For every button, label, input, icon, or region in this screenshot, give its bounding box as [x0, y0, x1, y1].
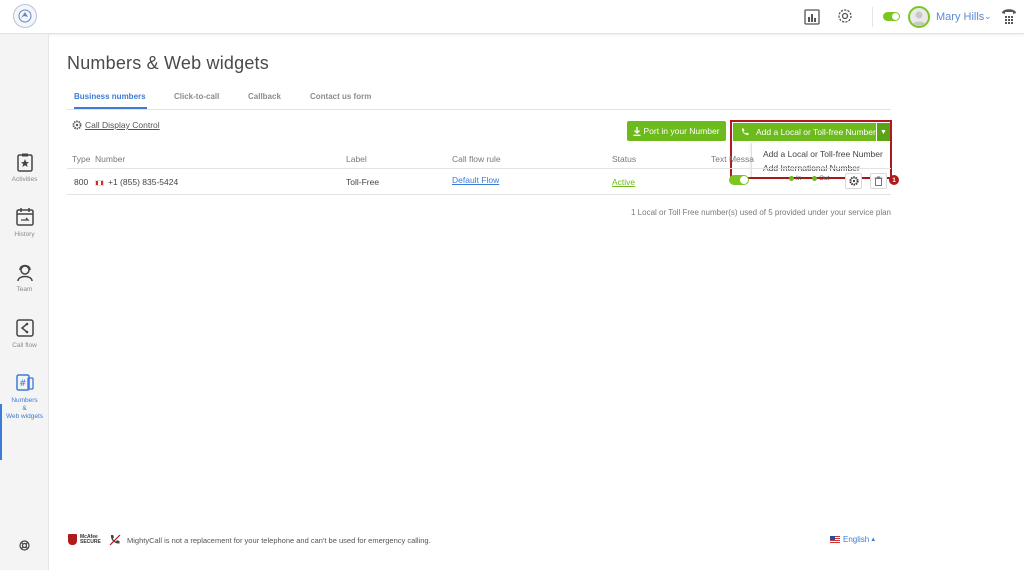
inbound-status: In: [789, 175, 801, 182]
trash-icon: [874, 176, 883, 186]
chevron-down-icon[interactable]: ⌄: [984, 11, 992, 22]
call-display-control-label: Call Display Control: [85, 120, 160, 130]
call-flow-rule-link[interactable]: Default Flow: [452, 175, 499, 185]
language-selector[interactable]: English ▲: [830, 535, 876, 544]
page-title: Numbers & Web widgets: [67, 53, 269, 73]
sidebar-item-label: History: [14, 231, 35, 238]
star-clipboard-icon: [16, 153, 33, 172]
column-header-text-messaging: Text Messa: [711, 154, 754, 164]
sidebar-item-label-line2: &: [22, 405, 27, 412]
row-settings-button[interactable]: [845, 173, 862, 189]
user-silhouette-icon: [912, 11, 926, 26]
sidebar-item-label-line1: Numbers: [11, 397, 38, 404]
tab-contact-us-form[interactable]: Contact us form: [310, 92, 371, 101]
sidebar-item-label: Team: [16, 286, 33, 293]
sidebar-item-label: Activities: [11, 176, 38, 183]
sidebar-item-numbers-web-widgets[interactable]: # Numbers & Web widgets: [0, 373, 49, 421]
top-bar: Mary Hills ⌄: [0, 0, 1024, 34]
tab-callback[interactable]: Callback: [248, 92, 281, 101]
sidebar-item-activities[interactable]: Activities: [0, 152, 49, 184]
sidebar-item-history[interactable]: History: [0, 207, 49, 239]
sidebar-item-label: Call flow: [12, 342, 37, 349]
language-label: English: [843, 535, 870, 544]
sidebar-item-label-line3: Web widgets: [5, 413, 44, 420]
header-divider: [872, 7, 873, 27]
call-display-control-link[interactable]: Call Display Control: [72, 120, 160, 130]
shield-icon: [68, 534, 77, 545]
port-in-number-button[interactable]: Port in your Number: [627, 121, 726, 141]
mcafee-secure-badge[interactable]: McAfee SECURE: [68, 534, 101, 545]
column-header-label: Label: [346, 154, 367, 164]
outbound-status: Out: [812, 175, 829, 182]
us-flag-icon: [830, 536, 840, 543]
tab-click-to-call[interactable]: Click-to-call: [174, 92, 219, 101]
sidebar: Activities History Team Call flow # Numb…: [0, 34, 49, 570]
inbound-status-dot: [789, 176, 794, 181]
phone-number: +1 (855) 835-5424: [108, 177, 179, 187]
add-dropdown-toggle[interactable]: ▼: [877, 123, 890, 141]
gear-icon: [848, 176, 859, 186]
table-header-divider: [67, 168, 891, 169]
dropdown-item-add-local[interactable]: Add a Local or Toll-free Number: [763, 149, 883, 159]
tab-bar: Business numbers Click-to-call Callback …: [67, 90, 891, 110]
cell-number: +1 (855) 835-5424: [95, 177, 178, 187]
usage-note: 1 Local or Toll Free number(s) used of 5…: [631, 208, 891, 217]
logo-icon: [18, 9, 32, 23]
active-tab-underline: [74, 107, 147, 109]
user-name[interactable]: Mary Hills: [936, 11, 984, 23]
column-header-status: Status: [612, 154, 637, 164]
cell-type: 800: [74, 177, 89, 187]
hash-phone-icon: #: [15, 374, 34, 391]
add-local-toll-free-button[interactable]: Add a Local or Toll-free Number: [733, 123, 876, 141]
text-messaging-toggle[interactable]: [729, 175, 749, 185]
table-row-divider: [67, 194, 891, 195]
tab-business-numbers[interactable]: Business numbers: [74, 92, 146, 101]
caret-up-icon: ▲: [870, 536, 877, 543]
outbound-status-dot: [812, 176, 817, 181]
column-header-number: Number: [95, 154, 126, 164]
inbound-label: In: [796, 175, 802, 182]
cell-label: Toll-Free: [346, 177, 380, 187]
mightycall-logo[interactable]: [13, 4, 37, 28]
availability-toggle[interactable]: [883, 12, 900, 21]
outbound-label: Out: [819, 175, 830, 182]
sidebar-item-team[interactable]: Team: [0, 262, 49, 294]
dialpad-icon[interactable]: [1000, 7, 1018, 30]
headset-user-icon: [16, 264, 33, 282]
emergency-disclaimer: MightyCall is not a replacement for your…: [127, 536, 431, 545]
analytics-icon[interactable]: [804, 9, 820, 28]
gear-icon: [72, 120, 82, 130]
avatar[interactable]: [908, 6, 930, 28]
annotation-badge: 1: [889, 175, 899, 185]
column-header-type: Type: [72, 154, 91, 164]
row-delete-button[interactable]: [870, 173, 887, 189]
column-header-call-flow-rule: Call flow rule: [452, 154, 501, 164]
secure-text: SECURE: [80, 538, 101, 545]
status-active-link[interactable]: Active: [612, 177, 635, 187]
svg-text:#: #: [19, 379, 27, 389]
phone-icon: [741, 128, 749, 136]
sidebar-item-call-flow[interactable]: Call flow: [0, 318, 49, 350]
calendar-icon: [15, 208, 34, 226]
add-number-split-button: Add a Local or Toll-free Number ▼ Add a …: [730, 120, 892, 179]
lifebuoy-help-icon[interactable]: [19, 540, 30, 554]
add-button-label: Add a Local or Toll-free Number: [756, 127, 876, 137]
gear-icon[interactable]: [837, 8, 853, 27]
canada-flag-icon: [95, 179, 104, 186]
add-number-dropdown-menu: Add a Local or Toll-free Number Add Inte…: [751, 143, 890, 177]
port-button-label: Port in your Number: [643, 126, 720, 136]
call-flow-icon: [15, 319, 34, 337]
no-emergency-phone-icon: [109, 534, 121, 549]
download-icon: [633, 126, 641, 136]
